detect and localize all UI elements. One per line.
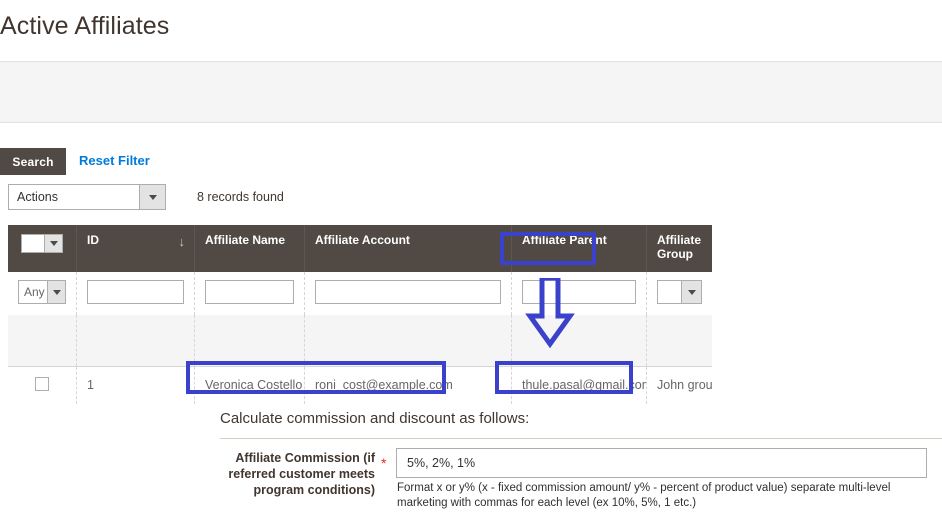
grid-header-row: ID ↓ Affiliate Name Affiliate Account Af… xyxy=(8,225,712,272)
grid-header-id[interactable]: ID ↓ xyxy=(76,225,194,272)
row-affiliate-parent: thule.pasal@gmail.com xyxy=(511,367,646,404)
row-affiliate-group: John group xyxy=(646,367,712,404)
filter-affiliate-account-input[interactable] xyxy=(315,280,501,304)
filter-select-any[interactable]: Any xyxy=(8,272,76,315)
chevron-down-icon[interactable] xyxy=(681,281,701,303)
filter-affiliate-group-dropdown[interactable] xyxy=(657,280,702,304)
grid-header-affiliate-parent[interactable]: Affiliate Parent xyxy=(511,225,646,272)
filter-id-input[interactable] xyxy=(87,280,184,304)
affiliate-commission-input[interactable] xyxy=(396,448,927,478)
search-button[interactable]: Search xyxy=(0,148,66,175)
grid-header-affiliate-account[interactable]: Affiliate Account xyxy=(304,225,511,272)
chevron-down-icon[interactable] xyxy=(44,235,62,252)
annotation-arrow-down-icon xyxy=(525,278,575,349)
filter-group-cell xyxy=(646,272,712,315)
reset-filter-link[interactable]: Reset Filter xyxy=(79,153,150,168)
actions-dropdown[interactable]: Actions xyxy=(8,184,166,210)
actions-dropdown-label: Actions xyxy=(17,190,58,204)
chevron-down-icon xyxy=(139,185,165,209)
any-dropdown-label: Any xyxy=(24,285,45,299)
grid-filter-row: Any xyxy=(8,272,712,315)
affiliates-page: Active Affiliates Search Reset Filter Ac… xyxy=(0,0,942,530)
grid-header-affiliate-group[interactable]: Affiliate Group xyxy=(646,225,712,272)
affiliates-grid: ID ↓ Affiliate Name Affiliate Account Af… xyxy=(8,225,712,404)
grid-header-id-label: ID xyxy=(87,233,99,247)
table-row[interactable]: 1 Veronica Costello roni_cost@example.co… xyxy=(8,366,712,404)
filter-panel-placeholder xyxy=(0,61,942,123)
row-checkbox-cell xyxy=(8,367,76,404)
grid-header-select-all[interactable] xyxy=(8,225,76,272)
chevron-down-icon[interactable] xyxy=(47,281,65,303)
spacer-cell xyxy=(8,315,76,366)
affiliate-commission-note: Format x or y% (x - fixed commission amo… xyxy=(397,482,891,509)
row-affiliate-name: Veronica Costello xyxy=(194,367,304,404)
row-id: 1 xyxy=(76,367,194,404)
row-affiliate-account: roni_cost@example.com xyxy=(304,367,511,404)
affiliate-commission-label: Affiliate Commission (if referred custom… xyxy=(228,451,375,497)
spacer-cell xyxy=(76,315,194,366)
records-found-count: 8 records found xyxy=(197,190,284,204)
filter-affiliate-group-value xyxy=(658,281,681,303)
row-checkbox[interactable] xyxy=(35,377,49,391)
any-dropdown[interactable]: Any xyxy=(18,280,66,304)
filter-name-cell xyxy=(194,272,304,315)
page-title: Active Affiliates xyxy=(0,12,170,40)
select-all-checkbox-dropdown[interactable] xyxy=(21,234,63,253)
grid-header-affiliate-name[interactable]: Affiliate Name xyxy=(194,225,304,272)
sort-desc-icon[interactable]: ↓ xyxy=(179,234,186,249)
grid-filter-spacer xyxy=(8,315,712,366)
spacer-cell xyxy=(646,315,712,366)
filter-account-cell xyxy=(304,272,511,315)
commission-form-heading: Calculate commission and discount as fol… xyxy=(220,410,530,427)
section-divider xyxy=(220,438,942,439)
checkbox-box[interactable] xyxy=(22,235,44,252)
required-marker-icon: * xyxy=(381,455,387,471)
filter-affiliate-name-input[interactable] xyxy=(205,280,294,304)
spacer-cell xyxy=(194,315,304,366)
spacer-cell xyxy=(304,315,511,366)
filter-id-cell xyxy=(76,272,194,315)
